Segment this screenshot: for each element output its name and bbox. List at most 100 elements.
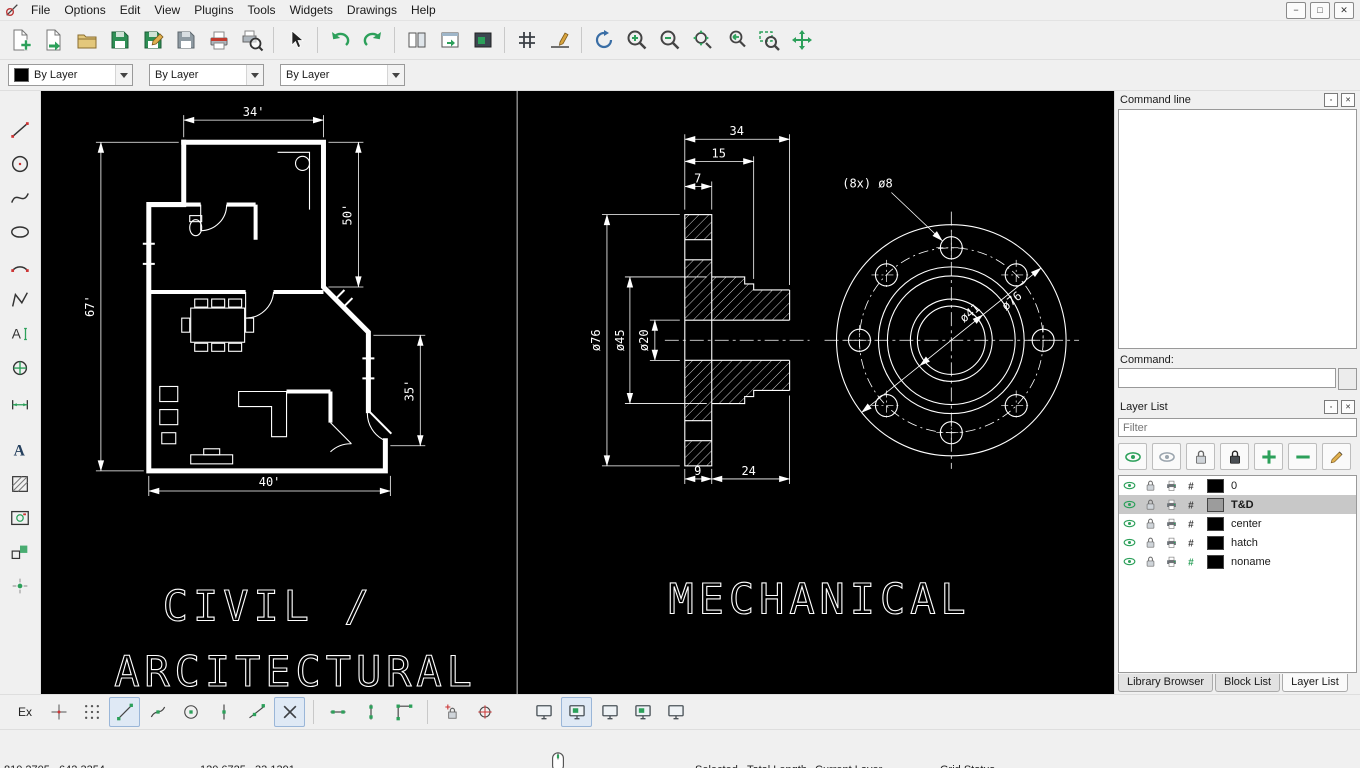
- menu-widgets[interactable]: Widgets: [283, 1, 340, 19]
- layer-visible-icon[interactable]: [1119, 497, 1140, 512]
- export-button[interactable]: [169, 24, 202, 56]
- lock-all-layers-button[interactable]: [1220, 443, 1249, 470]
- snap-center-button[interactable]: [175, 697, 206, 727]
- layer-lock-icon[interactable]: [1140, 497, 1161, 512]
- display-toggle-3-button[interactable]: [594, 697, 625, 727]
- layer-color-swatch[interactable]: [1207, 517, 1224, 531]
- print-button[interactable]: [202, 24, 235, 56]
- save-button[interactable]: [103, 24, 136, 56]
- zoom-previous-button[interactable]: [719, 24, 752, 56]
- point-tool-button[interactable]: [3, 569, 37, 603]
- layer-row-noname[interactable]: noname: [1119, 552, 1356, 571]
- undo-button[interactable]: [323, 24, 356, 56]
- image-tool-button[interactable]: [3, 501, 37, 535]
- open-file-button[interactable]: [37, 24, 70, 56]
- layer-lock-icon[interactable]: [1140, 478, 1161, 493]
- zoom-out-button[interactable]: [653, 24, 686, 56]
- zoom-in-button[interactable]: [620, 24, 653, 56]
- layer-visible-icon[interactable]: [1119, 478, 1140, 493]
- menu-drawings[interactable]: Drawings: [340, 1, 404, 19]
- circle-tool-button[interactable]: [3, 147, 37, 181]
- layer-row-tnd[interactable]: T&D: [1119, 495, 1356, 514]
- menu-edit[interactable]: Edit: [113, 1, 148, 19]
- dock-close-icon[interactable]: ✕: [1341, 93, 1355, 107]
- undock-icon[interactable]: ▫: [1324, 93, 1338, 107]
- layer-color-swatch[interactable]: [1207, 498, 1224, 512]
- layer-construction-icon[interactable]: [1182, 535, 1203, 550]
- snap-free-button[interactable]: [43, 697, 74, 727]
- dimension-tool-button[interactable]: [3, 385, 37, 419]
- tab-library-browser[interactable]: Library Browser: [1118, 674, 1213, 692]
- layer-visible-icon[interactable]: [1119, 535, 1140, 550]
- spline-tool-button[interactable]: [3, 181, 37, 215]
- tab-block-list[interactable]: Block List: [1215, 674, 1280, 692]
- zoom-window-button[interactable]: [752, 24, 785, 56]
- redraw-button[interactable]: [587, 24, 620, 56]
- show-all-layers-button[interactable]: [1118, 443, 1147, 470]
- split-view-button[interactable]: [400, 24, 433, 56]
- display-toggle-4-button[interactable]: [627, 697, 658, 727]
- layer-color-swatch[interactable]: [1207, 555, 1224, 569]
- add-layer-button[interactable]: [1254, 443, 1283, 470]
- menu-file[interactable]: File: [24, 1, 57, 19]
- hide-all-layers-button[interactable]: [1152, 443, 1181, 470]
- layer-print-icon[interactable]: [1161, 478, 1182, 493]
- snap-middle-button[interactable]: [208, 697, 239, 727]
- layer-visible-icon[interactable]: [1119, 516, 1140, 531]
- snap-distance-button[interactable]: [241, 697, 272, 727]
- command-history-area[interactable]: [1118, 109, 1357, 349]
- draft-mode-button[interactable]: [543, 24, 576, 56]
- dock-close-icon[interactable]: ✕: [1341, 400, 1355, 414]
- snap-entity-button[interactable]: [142, 697, 173, 727]
- menu-options[interactable]: Options: [57, 1, 112, 19]
- display-toggle-2-button[interactable]: [561, 697, 592, 727]
- display-toggle-5-button[interactable]: [660, 697, 691, 727]
- layer-construction-icon[interactable]: [1182, 497, 1203, 512]
- new-file-button[interactable]: [4, 24, 37, 56]
- block-tool-button[interactable]: [3, 535, 37, 569]
- close-icon[interactable]: ✕: [1334, 2, 1354, 19]
- restrict-orthogonal-button[interactable]: [388, 697, 419, 727]
- undock-icon[interactable]: ▫: [1324, 400, 1338, 414]
- dropdown-arrow-zone[interactable]: [115, 65, 132, 85]
- layer-lock-icon[interactable]: [1140, 516, 1161, 531]
- lock-relative-zero-button[interactable]: [436, 697, 467, 727]
- snap-endpoint-button[interactable]: [109, 697, 140, 727]
- layer-row-0[interactable]: 0: [1119, 476, 1356, 495]
- open-folder-button[interactable]: [70, 24, 103, 56]
- minimize-icon[interactable]: −: [1286, 2, 1306, 19]
- snap-grid-button[interactable]: [76, 697, 107, 727]
- command-options-button[interactable]: [1338, 368, 1357, 390]
- layer-print-icon[interactable]: [1161, 497, 1182, 512]
- color-dropdown[interactable]: By Layer: [8, 64, 133, 86]
- hatch-tool-button[interactable]: [3, 467, 37, 501]
- new-window-button[interactable]: [433, 24, 466, 56]
- dropdown-arrow-zone[interactable]: [387, 65, 404, 85]
- mtext-tool-button[interactable]: [3, 317, 37, 351]
- restrict-vertical-button[interactable]: [355, 697, 386, 727]
- arc-tool-button[interactable]: [3, 249, 37, 283]
- print-preview-button[interactable]: [235, 24, 268, 56]
- layer-lock-icon[interactable]: [1140, 554, 1161, 569]
- menu-view[interactable]: View: [147, 1, 187, 19]
- unlock-all-layers-button[interactable]: [1186, 443, 1215, 470]
- snap-intersection-button[interactable]: [274, 697, 305, 727]
- set-relative-zero-button[interactable]: [469, 697, 500, 727]
- layer-print-icon[interactable]: [1161, 554, 1182, 569]
- menu-tools[interactable]: Tools: [241, 1, 283, 19]
- pan-button[interactable]: [785, 24, 818, 56]
- tab-layer-list[interactable]: Layer List: [1282, 674, 1348, 692]
- dropdown-arrow-zone[interactable]: [246, 65, 263, 85]
- layer-filter-input[interactable]: [1118, 418, 1357, 437]
- insert-point-tool-button[interactable]: [3, 351, 37, 385]
- maximize-icon[interactable]: □: [1310, 2, 1330, 19]
- save-as-button[interactable]: [136, 24, 169, 56]
- layer-row-hatch[interactable]: hatch: [1119, 533, 1356, 552]
- select-pointer-button[interactable]: [279, 24, 312, 56]
- layer-visible-icon[interactable]: [1119, 554, 1140, 569]
- layer-construction-icon[interactable]: [1182, 478, 1203, 493]
- layer-print-icon[interactable]: [1161, 516, 1182, 531]
- redo-button[interactable]: [356, 24, 389, 56]
- menu-plugins[interactable]: Plugins: [187, 1, 240, 19]
- layer-color-swatch[interactable]: [1207, 479, 1224, 493]
